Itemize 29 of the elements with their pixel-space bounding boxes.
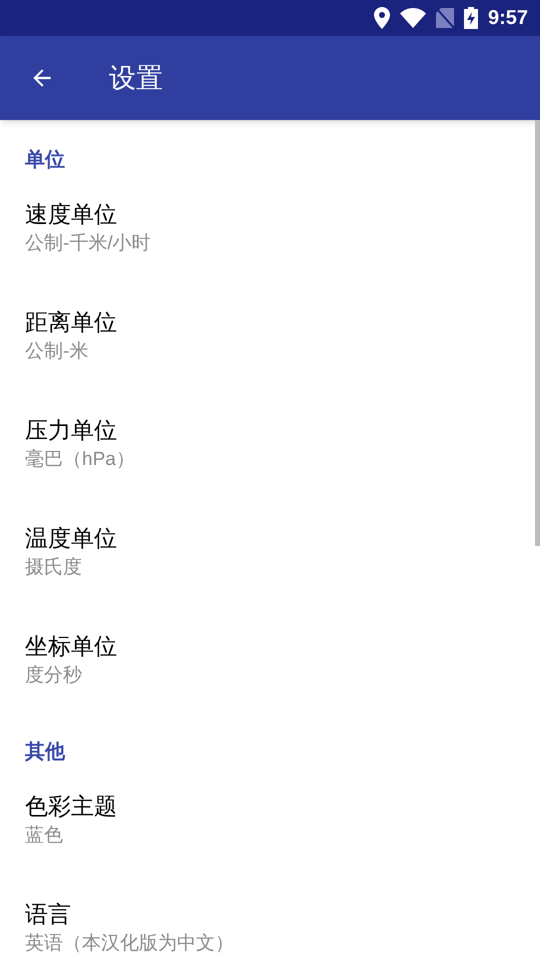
preference-item[interactable]: 压力单位 毫巴（hPa） <box>0 401 535 509</box>
preference-title: 色彩主题 <box>25 792 117 821</box>
section-header: 单位 <box>25 148 66 173</box>
wifi-icon <box>400 8 426 28</box>
battery-charging-icon <box>464 7 478 29</box>
preference-summary: 公制-米 <box>25 340 88 364</box>
preference-title: 语言 <box>25 900 71 929</box>
preference-title: 温度单位 <box>25 524 117 553</box>
preference-title: 距离单位 <box>25 308 117 337</box>
preference-item[interactable]: 坐标单位 度分秒 <box>0 617 535 725</box>
preference-item[interactable]: 温度单位 摄氏度 <box>0 509 535 617</box>
preference-summary: 英语（本汉化版为中文） <box>25 932 234 956</box>
location-icon <box>374 7 390 29</box>
preference-item[interactable]: 语言 英语（本汉化版为中文） <box>0 885 535 959</box>
preference-summary: 毫巴（hPa） <box>25 448 135 472</box>
preference-summary: 摄氏度 <box>25 556 82 580</box>
preference-item[interactable]: 色彩主题 蓝色 <box>0 777 535 885</box>
screen-title: 设置 <box>109 62 163 95</box>
preference-title: 坐标单位 <box>25 632 117 661</box>
preference-item[interactable]: 距离单位 公制-米 <box>0 293 535 401</box>
preference-summary: 度分秒 <box>25 664 82 688</box>
section-header: 其他 <box>25 740 66 765</box>
status-time: 9:57 <box>488 6 528 31</box>
preference-item[interactable]: 速度单位 公制-千米/小时 <box>0 185 535 293</box>
no-sim-icon <box>436 8 454 28</box>
preference-title: 压力单位 <box>25 416 117 445</box>
preference-title: 速度单位 <box>25 200 117 229</box>
preference-summary: 公制-千米/小时 <box>25 232 151 256</box>
preference-summary: 蓝色 <box>25 824 63 848</box>
